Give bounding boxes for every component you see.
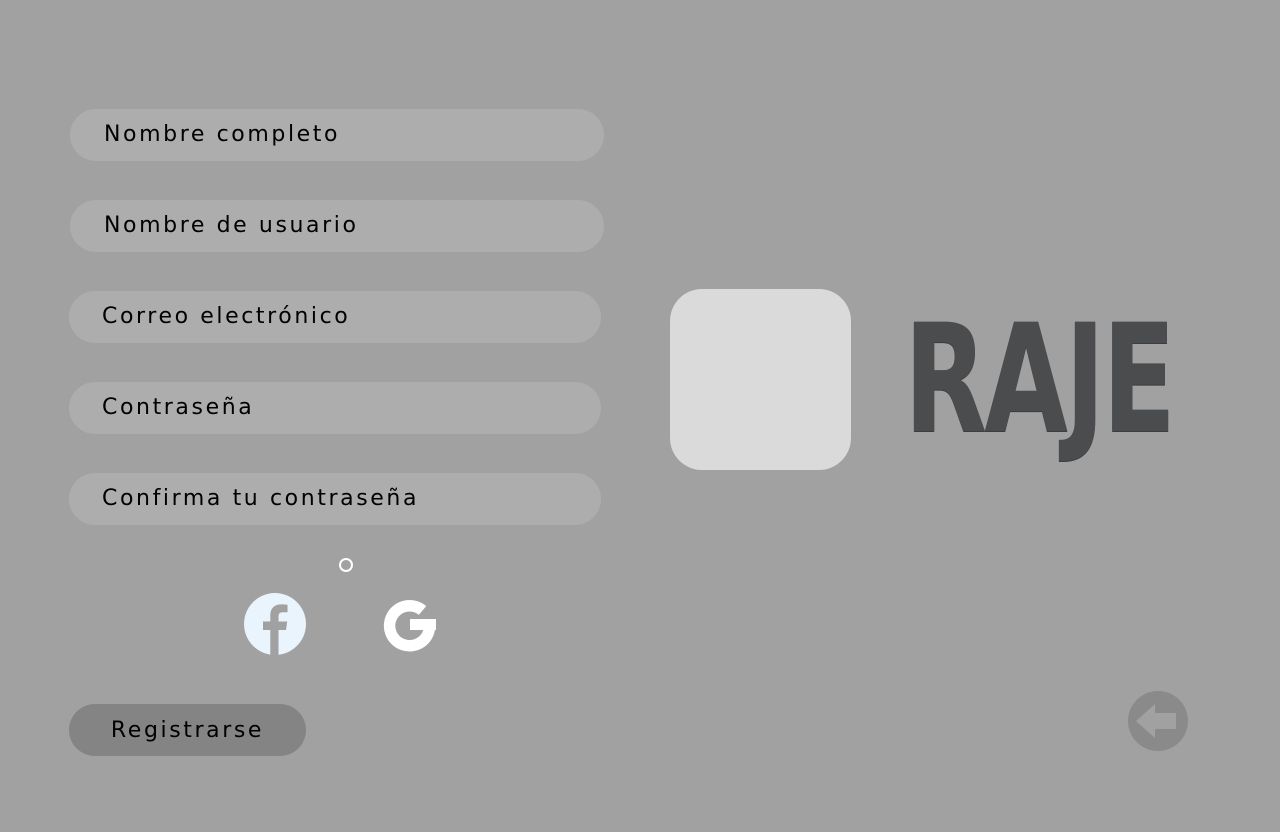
register-button[interactable]: Registrarse [69, 704, 306, 756]
back-button[interactable] [1127, 690, 1189, 752]
signup-page: Registrarse RAJE [0, 0, 1280, 832]
facebook-icon [244, 593, 306, 655]
email-field[interactable] [69, 291, 601, 343]
google-login-button[interactable] [379, 593, 441, 655]
username-field[interactable] [70, 200, 604, 252]
full-name-field[interactable] [70, 109, 604, 161]
arrow-left-circle-icon [1128, 691, 1188, 751]
password-field[interactable] [69, 382, 601, 434]
separator-dot [339, 558, 353, 572]
logo-placeholder [670, 289, 851, 470]
confirm-password-field[interactable] [69, 473, 601, 525]
brand-name: RAJE [904, 293, 1176, 467]
facebook-login-button[interactable] [244, 593, 306, 655]
google-icon [383, 600, 436, 652]
